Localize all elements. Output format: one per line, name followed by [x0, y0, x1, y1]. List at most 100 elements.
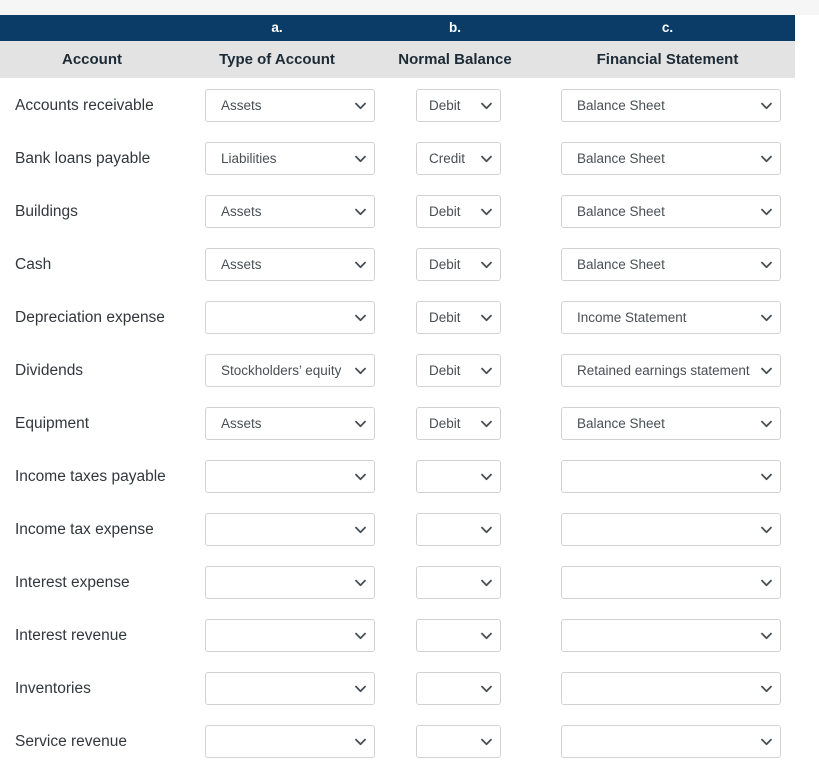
normal-balance-select[interactable] [416, 619, 501, 652]
table-row: Interest expense [0, 556, 819, 609]
table-row: Interest revenue [0, 609, 819, 662]
type-of-account-select[interactable]: Assets [205, 195, 375, 228]
type-of-account-select[interactable] [205, 619, 375, 652]
financial-statement-select[interactable] [561, 672, 781, 705]
financial-statement-select[interactable]: Balance Sheet [561, 89, 781, 122]
financial-statement-value: Balance Sheet [577, 151, 665, 166]
financial-statement-select[interactable]: Balance Sheet [561, 195, 781, 228]
type-of-account-select[interactable]: Stockholders’ equity [205, 354, 375, 387]
financial-statement-select[interactable] [561, 619, 781, 652]
type-of-account-select[interactable]: Liabilities [205, 142, 375, 175]
column-header-financial-statement: Financial Statement [596, 51, 739, 68]
financial-statement-value: Balance Sheet [577, 416, 665, 431]
financial-statement-select[interactable] [561, 460, 781, 493]
chevron-down-icon [481, 620, 492, 651]
chevron-down-icon [481, 673, 492, 704]
normal-balance-select[interactable] [416, 460, 501, 493]
normal-balance-select[interactable]: Debit [416, 195, 501, 228]
chevron-down-icon [355, 355, 366, 386]
column-header-account: Account [62, 51, 122, 68]
table-row: Accounts receivable Assets Debit Balance Sh… [0, 79, 819, 132]
account-name-label: Accounts receivable [15, 97, 154, 114]
chevron-down-icon [761, 249, 772, 280]
account-name-label: Buildings [15, 203, 78, 220]
normal-balance-select[interactable]: Debit [416, 248, 501, 281]
top-strip [0, 0, 819, 15]
type-of-account-select[interactable] [205, 725, 375, 758]
type-of-account-select[interactable]: Assets [205, 248, 375, 281]
financial-statement-select[interactable]: Income Statement [561, 301, 781, 334]
financial-statement-select[interactable]: Balance Sheet [561, 407, 781, 440]
table-row: Dividends Stockholders’ equity Debit Retain… [0, 344, 819, 397]
normal-balance-select[interactable] [416, 566, 501, 599]
type-of-account-select[interactable] [205, 301, 375, 334]
table-row: Service revenue [0, 715, 819, 768]
type-of-account-value: Assets [221, 416, 262, 431]
chevron-down-icon [761, 620, 772, 651]
normal-balance-select[interactable] [416, 725, 501, 758]
account-classification-table: a. b. c. Account Type of Account Normal … [0, 15, 795, 78]
chevron-down-icon [761, 196, 772, 227]
table-row: Depreciation expense Debit Income Statemen… [0, 291, 819, 344]
chevron-down-icon [761, 90, 772, 121]
normal-balance-value: Debit [429, 257, 461, 272]
type-of-account-select[interactable] [205, 513, 375, 546]
normal-balance-select[interactable]: Debit [416, 89, 501, 122]
type-of-account-select[interactable] [205, 566, 375, 599]
normal-balance-value: Debit [429, 204, 461, 219]
chevron-down-icon [355, 196, 366, 227]
chevron-down-icon [481, 726, 492, 757]
type-of-account-select[interactable]: Assets [205, 89, 375, 122]
chevron-down-icon [355, 90, 366, 121]
normal-balance-select[interactable] [416, 513, 501, 546]
chevron-down-icon [761, 726, 772, 757]
financial-statement-select[interactable]: Balance Sheet [561, 248, 781, 281]
type-of-account-value: Stockholders’ equity [221, 363, 342, 378]
normal-balance-select[interactable]: Debit [416, 407, 501, 440]
normal-balance-value: Debit [429, 416, 461, 431]
account-name-label: Inventories [15, 680, 91, 697]
chevron-down-icon [355, 302, 366, 333]
chevron-down-icon [355, 620, 366, 651]
letter-header-c: c. [661, 20, 674, 35]
normal-balance-select[interactable]: Debit [416, 301, 501, 334]
financial-statement-select[interactable] [561, 725, 781, 758]
financial-statement-value: Balance Sheet [577, 204, 665, 219]
financial-statement-value: Balance Sheet [577, 257, 665, 272]
chevron-down-icon [481, 408, 492, 439]
chevron-down-icon [481, 90, 492, 121]
chevron-down-icon [761, 408, 772, 439]
type-of-account-select[interactable] [205, 672, 375, 705]
normal-balance-value: Credit [429, 151, 466, 166]
letter-header-b: b. [449, 20, 461, 35]
table-column-header-row: Account Type of Account Normal Balance F… [0, 41, 795, 78]
table-body: Accounts receivable Assets Debit Balance Sh… [0, 79, 819, 768]
account-name-label: Cash [15, 256, 52, 273]
letter-header-a: a. [271, 20, 283, 35]
chevron-down-icon [481, 143, 492, 174]
chevron-down-icon [481, 514, 492, 545]
financial-statement-select[interactable]: Balance Sheet [561, 142, 781, 175]
normal-balance-select[interactable] [416, 672, 501, 705]
chevron-down-icon [481, 249, 492, 280]
account-name-label: Service revenue [15, 733, 128, 750]
account-name-label: Income tax expense [15, 521, 154, 538]
chevron-down-icon [761, 567, 772, 598]
chevron-down-icon [761, 302, 772, 333]
financial-statement-select[interactable] [561, 513, 781, 546]
account-name-label: Equipment [15, 415, 90, 432]
chevron-down-icon [355, 143, 366, 174]
financial-statement-select[interactable] [561, 566, 781, 599]
chevron-down-icon [481, 567, 492, 598]
chevron-down-icon [355, 673, 366, 704]
type-of-account-select[interactable] [205, 460, 375, 493]
type-of-account-select[interactable]: Assets [205, 407, 375, 440]
financial-statement-select[interactable]: Retained earnings statement [561, 354, 781, 387]
account-name-label: Interest revenue [15, 627, 128, 644]
account-name-label: Dividends [15, 362, 84, 379]
normal-balance-select[interactable]: Debit [416, 354, 501, 387]
normal-balance-select[interactable]: Credit [416, 142, 501, 175]
table-row: Income tax expense [0, 503, 819, 556]
normal-balance-value: Debit [429, 310, 461, 325]
chevron-down-icon [355, 408, 366, 439]
